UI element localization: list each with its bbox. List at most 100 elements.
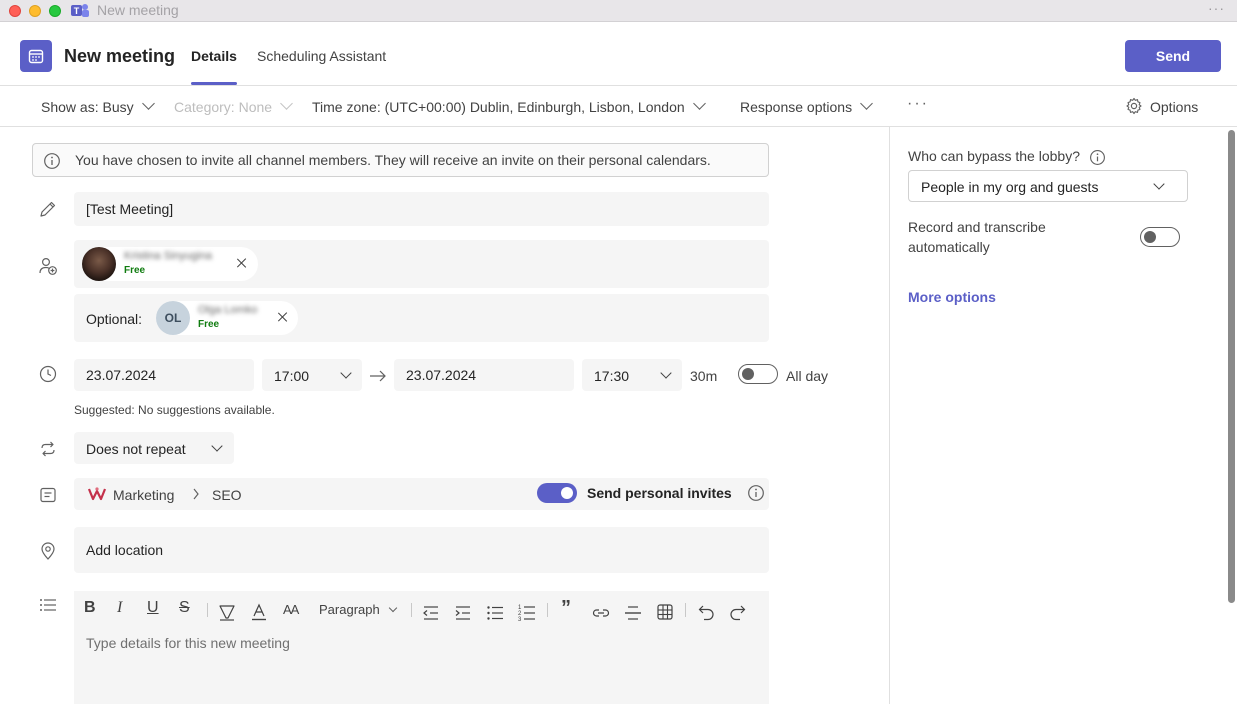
font-size-icon[interactable]: AA <box>283 602 299 624</box>
channel-invite-banner: You have chosen to invite all channel me… <box>32 143 769 177</box>
zoom-window-button[interactable] <box>49 5 61 17</box>
location-pin-icon <box>41 542 55 560</box>
horizontal-rule-icon[interactable] <box>624 602 642 624</box>
meeting-title-input[interactable]: [Test Meeting] <box>74 192 769 226</box>
svg-text:3: 3 <box>518 617 522 623</box>
team-name: Marketing <box>113 487 175 503</box>
required-attendees-input[interactable]: Kristina Sinyugina Free <box>74 240 769 288</box>
highlight-icon[interactable] <box>218 601 236 623</box>
category-dropdown[interactable]: Category: None <box>174 97 293 115</box>
svg-text:T: T <box>74 6 80 16</box>
numbered-list-icon[interactable]: 1 2 3 <box>518 601 536 623</box>
more-options-link[interactable]: More options <box>908 289 996 305</box>
window-titlebar: T New meeting ··· <box>0 0 1237 22</box>
end-time-value: 17:30 <box>594 368 630 384</box>
decrease-indent-icon[interactable] <box>422 602 440 624</box>
window-title: New meeting <box>97 2 179 18</box>
meeting-form: You have chosen to invite all channel me… <box>0 127 889 704</box>
teams-logo-icon: T <box>71 4 89 17</box>
table-icon[interactable] <box>656 601 674 623</box>
underline-icon[interactable]: U <box>147 599 159 621</box>
attendee-chip[interactable]: Kristina Sinyugina Free <box>82 247 258 281</box>
strikethrough-icon[interactable]: S <box>179 599 190 621</box>
optional-attendees-input[interactable]: Optional: OL Olga Lomko Free <box>74 294 769 342</box>
options-button[interactable]: Options <box>1150 99 1198 115</box>
info-icon[interactable] <box>1089 149 1106 166</box>
category-label: Category: None <box>174 99 273 115</box>
increase-indent-icon[interactable] <box>454 602 472 624</box>
clock-icon <box>39 365 57 383</box>
info-icon <box>44 153 60 169</box>
undo-icon[interactable] <box>697 601 715 623</box>
chevron-right-icon <box>193 488 199 500</box>
lobby-bypass-dropdown[interactable]: People in my org and guests <box>908 170 1188 202</box>
arrow-right-icon <box>370 370 386 382</box>
suggestions-text: Suggested: No suggestions available. <box>74 403 275 417</box>
link-icon[interactable] <box>592 602 610 624</box>
window-more-icon[interactable]: ··· <box>1208 0 1225 16</box>
font-color-icon[interactable] <box>250 601 268 623</box>
more-options-icon[interactable]: ··· <box>907 95 929 113</box>
pencil-icon <box>40 201 56 217</box>
meeting-title-value: [Test Meeting] <box>86 201 174 217</box>
chevron-down-icon <box>660 367 672 379</box>
info-icon[interactable] <box>747 484 765 502</box>
personal-invites-toggle[interactable] <box>537 483 577 503</box>
minimize-window-button[interactable] <box>29 5 41 17</box>
page-title: New meeting <box>64 46 176 66</box>
editor-placeholder: Type details for this new meeting <box>86 635 290 651</box>
quote-icon[interactable]: ” <box>561 597 571 619</box>
tab-scheduling-assistant[interactable]: Scheduling Assistant <box>257 48 386 64</box>
end-date-value: 23.07.2024 <box>406 367 477 383</box>
close-window-button[interactable] <box>9 5 21 17</box>
attendee-name: Kristina Sinyugina <box>124 250 213 262</box>
record-label-line1: Record and transcribe <box>908 219 1046 235</box>
attendee-name: Olga Lomko <box>198 304 258 316</box>
end-date-input[interactable]: 23.07.2024 <box>394 359 574 391</box>
repeat-dropdown[interactable]: Does not repeat <box>74 432 234 464</box>
location-input[interactable]: Add location <box>74 527 769 573</box>
start-time-dropdown[interactable]: 17:00 <box>262 359 362 391</box>
show-as-dropdown[interactable]: Show as: Busy <box>41 97 155 115</box>
chevron-down-icon <box>141 97 155 110</box>
italic-icon[interactable]: I <box>117 599 122 621</box>
record-label-line2: automatically <box>908 239 990 255</box>
redo-icon[interactable] <box>729 601 747 623</box>
bold-icon[interactable]: B <box>84 599 96 621</box>
banner-text: You have chosen to invite all channel me… <box>75 152 711 168</box>
attendee-chip[interactable]: OL Olga Lomko Free <box>156 301 298 335</box>
start-time-value: 17:00 <box>274 368 310 384</box>
channel-field[interactable]: Marketing SEO Send personal invites <box>74 478 769 510</box>
response-options-dropdown[interactable]: Response options <box>740 97 873 115</box>
tab-details[interactable]: Details <box>191 48 237 64</box>
chevron-down-icon <box>692 97 706 110</box>
remove-attendee-icon[interactable] <box>235 256 249 270</box>
start-date-input[interactable]: 23.07.2024 <box>74 359 254 391</box>
record-transcribe-toggle[interactable] <box>1140 227 1180 247</box>
lobby-label: Who can bypass the lobby? <box>908 148 1080 164</box>
send-button[interactable]: Send <box>1125 40 1221 72</box>
attendee-status: Free <box>124 265 146 276</box>
avatar <box>82 247 116 281</box>
all-day-toggle[interactable] <box>738 364 778 384</box>
meeting-details-editor[interactable]: Type details for this new meeting <box>74 631 769 704</box>
paragraph-dropdown[interactable]: Paragraph <box>319 602 398 624</box>
lobby-bypass-value: People in my org and guests <box>921 179 1099 195</box>
duration-label: 30m <box>690 368 718 384</box>
gear-icon[interactable] <box>1125 97 1143 115</box>
remove-attendee-icon[interactable] <box>276 310 290 324</box>
channel-icon <box>40 487 56 503</box>
timezone-dropdown[interactable]: Time zone: (UTC+00:00) Dublin, Edinburgh… <box>312 97 706 115</box>
attendee-status: Free <box>198 319 220 330</box>
channel-name: SEO <box>212 487 242 503</box>
location-placeholder: Add location <box>86 542 164 558</box>
response-options-label: Response options <box>740 99 853 115</box>
editor-toolbar: B I U S AA Paragraph 1 2 3 ” <box>74 591 769 631</box>
chevron-down-icon <box>389 603 398 613</box>
personal-invites-label: Send personal invites <box>587 485 732 501</box>
end-time-dropdown[interactable]: 17:30 <box>582 359 682 391</box>
scrollbar[interactable] <box>1228 130 1235 603</box>
show-as-label: Show as: Busy <box>41 99 134 115</box>
add-people-icon <box>39 257 57 275</box>
bulleted-list-icon[interactable] <box>486 602 504 624</box>
